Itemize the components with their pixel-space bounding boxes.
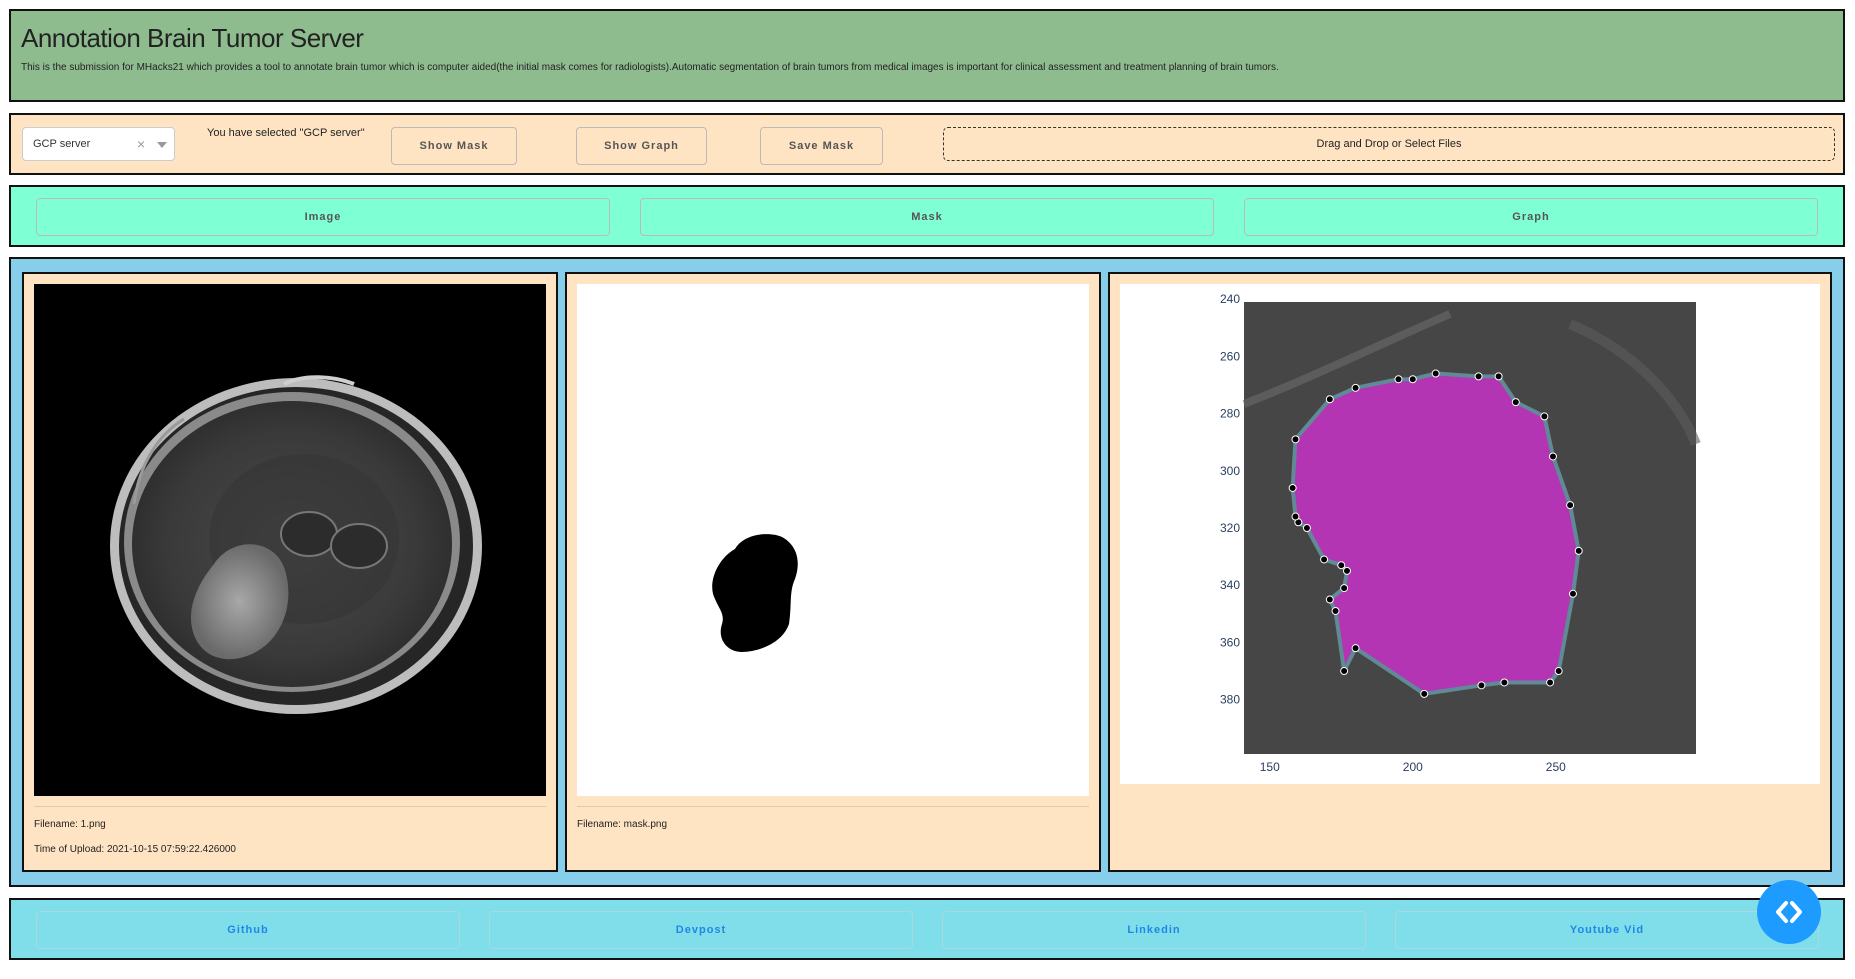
linkedin-link[interactable]: Linkedin	[942, 911, 1366, 949]
image-upload-time: Time of Upload: 2021-10-15 07:59:22.4260…	[34, 844, 236, 855]
show-graph-button[interactable]: Show Graph	[576, 127, 707, 165]
contour-vertex[interactable]	[1494, 372, 1503, 381]
tabs-panel: Image Mask Graph	[9, 185, 1845, 247]
y-tick-label: 360	[1220, 635, 1240, 649]
x-tick-label: 200	[1403, 760, 1423, 774]
contour-vertex[interactable]	[1574, 546, 1583, 555]
github-link[interactable]: Github	[36, 911, 460, 949]
contour-vertex[interactable]	[1554, 667, 1563, 676]
file-upload-dropzone[interactable]: Drag and Drop or Select Files	[943, 127, 1835, 161]
app-description: This is the submission for MHacks21 whic…	[21, 62, 1279, 73]
tab-mask[interactable]: Mask	[640, 198, 1214, 236]
mri-image	[34, 284, 546, 796]
y-tick-label: 280	[1220, 407, 1240, 421]
mask-filename: Filename: mask.png	[577, 819, 668, 830]
contour-vertex[interactable]	[1474, 372, 1483, 381]
graph-card: 240 260 280 300 320 340 360 380 150 200 250	[1108, 272, 1832, 872]
code-toggle-button[interactable]	[1757, 880, 1821, 944]
mask-card: Filename: mask.png	[565, 272, 1101, 872]
content-panel: Filename: 1.png Time of Upload: 2021-10-…	[9, 257, 1845, 887]
code-icon	[1776, 901, 1802, 923]
contour-vertex[interactable]	[1477, 681, 1486, 690]
contour-vertex[interactable]	[1340, 584, 1349, 593]
y-tick-label: 380	[1220, 693, 1240, 707]
contour-vertex[interactable]	[1394, 375, 1403, 384]
header-panel: Annotation Brain Tumor Server This is th…	[9, 9, 1845, 102]
contour-vertex[interactable]	[1340, 667, 1349, 676]
contour-vertex[interactable]	[1500, 678, 1509, 687]
y-tick-label: 320	[1220, 521, 1240, 535]
tab-image[interactable]: Image	[36, 198, 610, 236]
y-tick-label: 300	[1220, 464, 1240, 478]
chevron-down-icon[interactable]	[157, 142, 167, 148]
selection-status: You have selected "GCP server"	[207, 127, 365, 139]
clear-icon[interactable]: ×	[137, 136, 145, 152]
devpost-link[interactable]: Devpost	[489, 911, 913, 949]
x-tick-label: 150	[1260, 760, 1280, 774]
contour-vertex[interactable]	[1540, 412, 1549, 421]
contour-vertex[interactable]	[1302, 524, 1311, 532]
show-mask-button[interactable]: Show Mask	[391, 127, 517, 165]
contour-vertex[interactable]	[1568, 589, 1577, 598]
contour-vertex[interactable]	[1291, 512, 1300, 521]
contour-vertex[interactable]	[1325, 595, 1334, 604]
contour-vertex[interactable]	[1291, 435, 1300, 444]
image-filename: Filename: 1.png	[34, 819, 106, 830]
contour-vertex[interactable]	[1337, 561, 1346, 570]
contour-vertex[interactable]	[1351, 644, 1360, 653]
x-tick-label: 250	[1546, 760, 1566, 774]
divider	[34, 806, 546, 807]
y-tick-label: 340	[1220, 578, 1240, 592]
contour-vertex[interactable]	[1511, 398, 1520, 407]
contour-vertex[interactable]	[1351, 383, 1360, 392]
divider	[577, 806, 1089, 807]
contour-vertex[interactable]	[1342, 566, 1351, 575]
server-dropdown-value: GCP server	[33, 138, 91, 150]
y-tick-label: 260	[1220, 349, 1240, 363]
contour-vertex[interactable]	[1546, 678, 1555, 687]
contour-vertex[interactable]	[1408, 375, 1417, 384]
server-dropdown[interactable]: GCP server ×	[22, 127, 175, 161]
contour-vertex[interactable]	[1548, 452, 1557, 461]
contour-vertex[interactable]	[1420, 689, 1429, 698]
tab-graph[interactable]: Graph	[1244, 198, 1818, 236]
contour-vertex[interactable]	[1320, 555, 1329, 564]
contour-vertex[interactable]	[1288, 483, 1297, 492]
upload-label: Drag and Drop or Select Files	[1316, 138, 1462, 150]
contour-vertex[interactable]	[1331, 606, 1340, 615]
controls-panel: GCP server × You have selected "GCP serv…	[9, 113, 1845, 175]
image-card: Filename: 1.png Time of Upload: 2021-10-…	[22, 272, 558, 872]
contour-vertex[interactable]	[1566, 501, 1575, 510]
save-mask-button[interactable]: Save Mask	[760, 127, 883, 165]
annotation-graph[interactable]: 240 260 280 300 320 340 360 380 150 200 250	[1120, 284, 1820, 784]
y-tick-label: 240	[1220, 292, 1240, 306]
contour-vertex[interactable]	[1431, 369, 1440, 378]
youtube-link[interactable]: Youtube Vid	[1395, 911, 1819, 949]
footer-panel: Github Devpost Linkedin Youtube Vid	[9, 898, 1845, 960]
contour-vertex[interactable]	[1325, 395, 1334, 404]
app-title: Annotation Brain Tumor Server	[21, 23, 364, 53]
mask-image	[577, 284, 1089, 796]
